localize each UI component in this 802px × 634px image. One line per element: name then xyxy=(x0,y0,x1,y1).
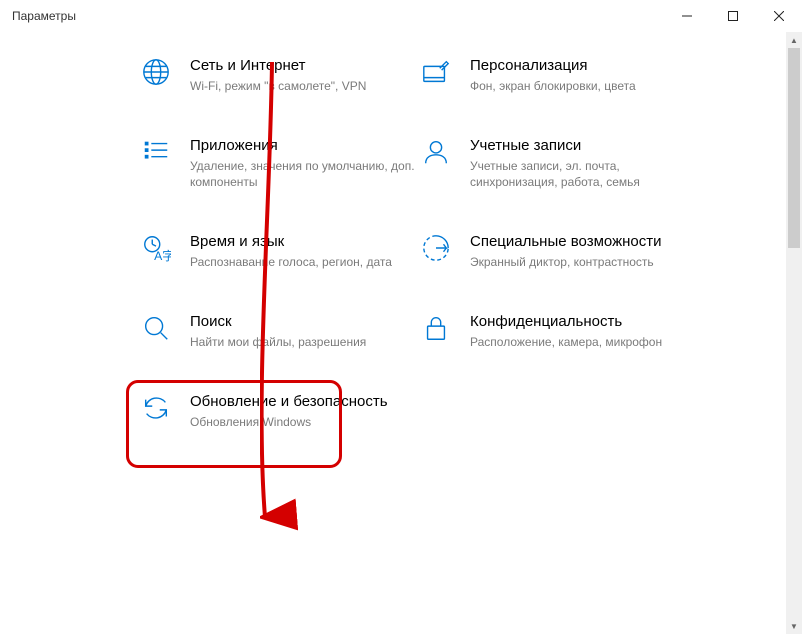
person-icon xyxy=(420,136,452,168)
tile-subtitle: Учетные записи, эл. почта, синхронизация… xyxy=(470,158,700,190)
paint-icon xyxy=(420,56,452,88)
tile-subtitle: Расположение, камера, микрофон xyxy=(470,334,700,350)
tile-title: Время и язык xyxy=(190,232,420,252)
tile-subtitle: Wi-Fi, режим "в самолете", VPN xyxy=(190,78,420,94)
maximize-icon xyxy=(728,11,738,21)
time-language-icon: A字 xyxy=(140,232,172,264)
tile-subtitle: Экранный диктор, контрастность xyxy=(470,254,700,270)
tile-title: Персонализация xyxy=(470,56,700,76)
tile-subtitle: Обновления Windows xyxy=(190,414,420,430)
tile-title: Обновление и безопасность xyxy=(190,392,420,412)
scrollbar[interactable]: ▲ ▼ xyxy=(786,32,802,634)
tile-title: Учетные записи xyxy=(470,136,700,156)
tile-subtitle: Фон, экран блокировки, цвета xyxy=(470,78,700,94)
settings-grid: Сеть и Интернет Wi-Fi, режим "в самолете… xyxy=(0,32,786,430)
maximize-button[interactable] xyxy=(710,0,756,32)
tile-subtitle: Распознавание голоса, регион, дата xyxy=(190,254,420,270)
tile-title: Сеть и Интернет xyxy=(190,56,420,76)
tile-network[interactable]: Сеть и Интернет Wi-Fi, режим "в самолете… xyxy=(140,56,420,94)
close-button[interactable] xyxy=(756,0,802,32)
tile-title: Поиск xyxy=(190,312,420,332)
settings-content: Сеть и Интернет Wi-Fi, режим "в самолете… xyxy=(0,32,786,634)
window-title: Параметры xyxy=(12,9,76,23)
ease-icon xyxy=(420,232,452,264)
tile-update-security[interactable]: Обновление и безопасность Обновления Win… xyxy=(140,392,420,430)
lock-icon xyxy=(420,312,452,344)
close-icon xyxy=(774,11,784,21)
minimize-icon xyxy=(682,11,692,21)
tile-privacy[interactable]: Конфиденциальность Расположение, камера,… xyxy=(420,312,700,350)
tile-search[interactable]: Поиск Найти мои файлы, разрешения xyxy=(140,312,420,350)
svg-text:A字: A字 xyxy=(154,248,171,263)
tile-time-language[interactable]: A字 Время и язык Распознавание голоса, ре… xyxy=(140,232,420,270)
tile-personalization[interactable]: Персонализация Фон, экран блокировки, цв… xyxy=(420,56,700,94)
search-icon xyxy=(140,312,172,344)
titlebar: Параметры xyxy=(0,0,802,32)
sync-icon xyxy=(140,392,172,424)
scroll-down-icon[interactable]: ▼ xyxy=(786,618,802,634)
apps-icon xyxy=(140,136,172,168)
tile-title: Конфиденциальность xyxy=(470,312,700,332)
tile-title: Приложения xyxy=(190,136,420,156)
scroll-thumb[interactable] xyxy=(788,48,800,248)
tile-accounts[interactable]: Учетные записи Учетные записи, эл. почта… xyxy=(420,136,700,190)
tile-subtitle: Найти мои файлы, разрешения xyxy=(190,334,420,350)
globe-icon xyxy=(140,56,172,88)
tile-apps[interactable]: Приложения Удаление, значения по умолчан… xyxy=(140,136,420,190)
tile-subtitle: Удаление, значения по умолчанию, доп. ко… xyxy=(190,158,420,190)
tile-title: Специальные возможности xyxy=(470,232,700,252)
scroll-up-icon[interactable]: ▲ xyxy=(786,32,802,48)
tile-ease-of-access[interactable]: Специальные возможности Экранный диктор,… xyxy=(420,232,700,270)
minimize-button[interactable] xyxy=(664,0,710,32)
